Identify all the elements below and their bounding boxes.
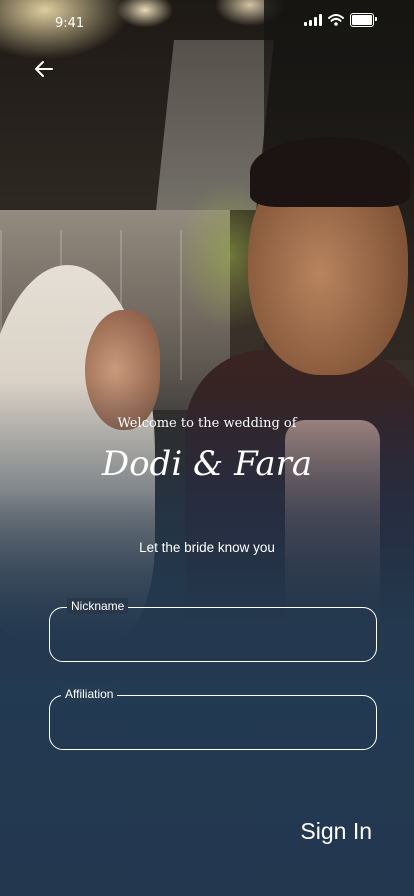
affiliation-input[interactable] [50, 696, 376, 749]
signal-icon [304, 14, 322, 26]
affiliation-field[interactable]: Affiliation [49, 686, 377, 750]
battery-icon [350, 13, 377, 27]
screen: 9:41 Welcome to the wedding of Dodi & Fa… [0, 0, 414, 896]
couple-names: Dodi & Fara [101, 444, 313, 484]
photo-groom-hair [250, 137, 410, 207]
affiliation-label: Affiliation [61, 686, 118, 702]
nickname-field[interactable]: Nickname [49, 598, 377, 662]
wifi-icon [328, 14, 344, 26]
prompt-text: Let the bride know you [139, 540, 275, 555]
back-arrow-icon[interactable] [30, 55, 58, 83]
status-icons [304, 13, 377, 27]
sign-in-button[interactable]: Sign In [300, 818, 372, 845]
status-time: 9:41 [55, 16, 85, 31]
nickname-input[interactable] [50, 608, 376, 661]
welcome-text: Welcome to the wedding of [117, 416, 297, 431]
nickname-label: Nickname [67, 598, 129, 614]
